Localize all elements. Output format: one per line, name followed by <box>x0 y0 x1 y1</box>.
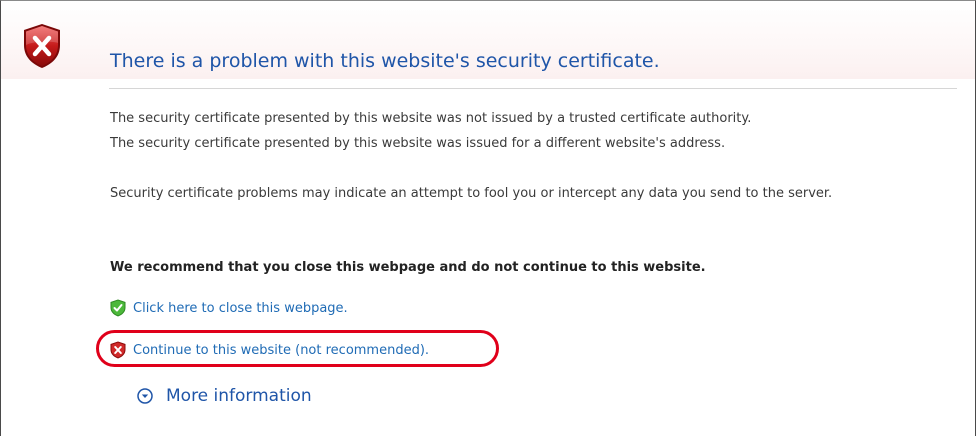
continue-to-website-link-label[interactable]: Continue to this website (not recommende… <box>133 343 429 358</box>
shield-x-icon <box>110 341 126 359</box>
close-webpage-link[interactable]: Click here to close this webpage. <box>110 298 348 318</box>
recommendation-text: We recommend that you close this webpage… <box>110 260 706 275</box>
more-information-toggle[interactable]: More information <box>137 384 312 408</box>
shield-x-icon <box>22 23 62 69</box>
shield-check-icon <box>110 299 126 317</box>
untrusted-authority-text: The security certificate presented by th… <box>110 111 752 126</box>
certificate-details: The security certificate presented by th… <box>110 106 930 156</box>
continue-to-website-link[interactable]: Continue to this website (not recommende… <box>110 340 429 360</box>
error-page: There is a problem with this website's s… <box>0 0 976 436</box>
close-webpage-link-label[interactable]: Click here to close this webpage. <box>133 301 348 316</box>
more-information-label[interactable]: More information <box>166 386 312 406</box>
security-warning-text: Security certificate problems may indica… <box>110 186 833 201</box>
page-title: There is a problem with this website's s… <box>110 49 660 72</box>
address-mismatch-text: The security certificate presented by th… <box>110 136 726 151</box>
chevron-down-circle-icon <box>137 388 153 404</box>
divider <box>109 88 957 89</box>
